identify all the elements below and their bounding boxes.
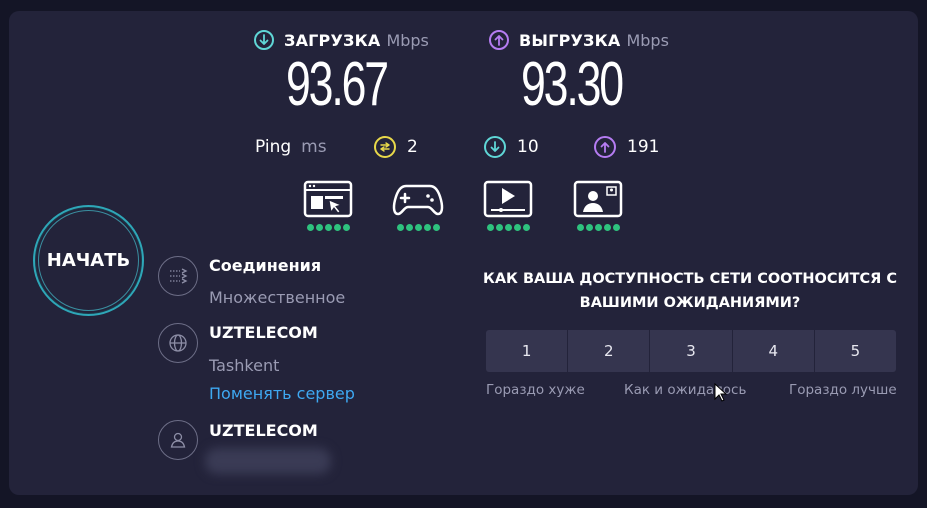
jitter-icon bbox=[374, 136, 396, 158]
activity-web-browsing bbox=[302, 180, 354, 231]
rating-label-high: Гораздо лучше bbox=[789, 382, 897, 398]
rating-option-4[interactable]: 4 bbox=[733, 330, 815, 372]
download-unit: Mbps bbox=[386, 30, 429, 50]
provider-name: UZTELECOM bbox=[209, 421, 318, 440]
jitter-value: 2 bbox=[407, 137, 418, 157]
rating-option-5[interactable]: 5 bbox=[815, 330, 896, 372]
upload-unit: Mbps bbox=[626, 30, 669, 50]
video-call-icon bbox=[573, 180, 623, 218]
gaming-icon bbox=[392, 184, 444, 216]
jitter-metric: 2 bbox=[374, 133, 418, 161]
rating-option-2[interactable]: 2 bbox=[568, 330, 651, 372]
ping-unit: ms bbox=[301, 137, 327, 157]
ip-address-blurred bbox=[205, 448, 331, 474]
download-latency-metric: 10 bbox=[484, 133, 539, 161]
rating-option-1[interactable]: 1 bbox=[486, 330, 569, 372]
activity-rating-dots bbox=[576, 224, 620, 231]
upload-value: 93.30 bbox=[521, 50, 624, 119]
download-value: 93.67 bbox=[286, 50, 389, 119]
upload-latency-value: 191 bbox=[627, 137, 660, 157]
speedtest-panel bbox=[9, 11, 918, 495]
download-title: ЗАГРУЗКА bbox=[284, 30, 381, 50]
download-block: ЗАГРУЗКА Mbps 93.67 bbox=[254, 28, 429, 116]
rating-label-mid: Как и ожидалось bbox=[624, 382, 747, 398]
activity-rating-dots bbox=[306, 224, 350, 231]
rating-scale: 1 2 3 4 5 bbox=[486, 330, 896, 372]
connections-title: Соединения bbox=[209, 256, 322, 275]
server-name: UZTELECOM bbox=[209, 323, 318, 342]
activity-rating-dots bbox=[486, 224, 530, 231]
rating-label-low: Гораздо хуже bbox=[486, 382, 585, 398]
ping-label-group: Ping ms bbox=[255, 133, 327, 161]
upload-arrow-icon bbox=[489, 30, 509, 50]
download-latency-icon bbox=[484, 136, 506, 158]
ping-label: Ping bbox=[255, 137, 292, 157]
upload-title: ВЫГРУЗКА bbox=[519, 30, 621, 50]
download-arrow-icon bbox=[254, 30, 274, 50]
upload-latency-icon bbox=[594, 136, 616, 158]
video-streaming-icon bbox=[483, 180, 533, 218]
mouse-cursor-icon bbox=[714, 383, 728, 402]
upload-latency-metric: 191 bbox=[594, 133, 659, 161]
web-browsing-icon bbox=[303, 180, 353, 218]
rating-option-3[interactable]: 3 bbox=[650, 330, 733, 372]
connections-value: Множественное bbox=[209, 288, 346, 307]
rating-question: КАК ВАША ДОСТУПНОСТЬ СЕТИ СООТНОСИТСЯ С … bbox=[482, 271, 898, 311]
start-button[interactable]: НАЧАТЬ bbox=[33, 205, 144, 316]
activity-rating-dots bbox=[396, 224, 440, 231]
server-location: Tashkent bbox=[209, 356, 280, 375]
globe-icon bbox=[158, 323, 198, 363]
start-button-label: НАЧАТЬ bbox=[46, 250, 131, 271]
activity-video-streaming bbox=[482, 180, 534, 231]
connections-icon bbox=[158, 256, 198, 296]
user-icon bbox=[158, 420, 198, 460]
download-latency-value: 10 bbox=[517, 137, 539, 157]
upload-block: ВЫГРУЗКА Mbps 93.30 bbox=[489, 28, 669, 116]
change-server-link[interactable]: Поменять сервер bbox=[209, 384, 355, 403]
activity-gaming bbox=[392, 180, 444, 231]
activity-video-call bbox=[572, 180, 624, 231]
start-button-inner[interactable]: НАЧАТЬ bbox=[38, 210, 139, 311]
